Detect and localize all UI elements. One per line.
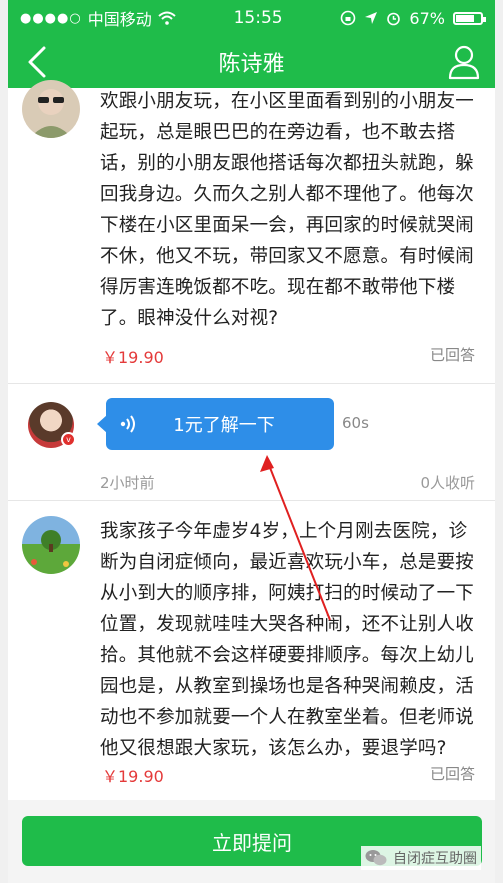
voice-bubble-label: 1元了解一下 [173, 415, 275, 436]
battery-percent: 67% [409, 8, 445, 28]
signal-icon: ●●●●○ [20, 10, 82, 26]
question-card[interactable]: 我家孩子今年虚岁4岁，上个月刚去医院，诊断为自闭症倾向，最近喜欢玩小车，总是要按… [8, 506, 495, 796]
watermark-text: 自闭症互助圈 [393, 851, 477, 867]
status-bar: ●●●●○ 中国移动 15:55 67% [8, 0, 495, 36]
user-profile-icon[interactable] [447, 44, 481, 80]
asker-avatar [22, 516, 80, 574]
top-bar: ●●●●○ 中国移动 15:55 67% 陈诗雅 [8, 0, 495, 88]
question-card[interactable]: 欢跟小朋友玩，在小区里面看到别的小朋友一起玩，总是眼巴巴的在旁边看，也不敢去搭话… [8, 80, 495, 386]
asker-avatar-image [22, 516, 80, 574]
asker-avatar [22, 80, 80, 138]
question-text: 我家孩子今年虚岁4岁，上个月刚去医院，诊断为自闭症倾向，最近喜欢玩小车，总是要按… [100, 521, 475, 759]
divider [8, 500, 495, 501]
voice-play-button[interactable]: 1元了解一下 [97, 398, 334, 450]
rotation-lock-icon [341, 10, 356, 26]
question-price: ￥19.90 [102, 767, 164, 786]
battery-icon [452, 11, 486, 25]
alarm-icon [387, 12, 401, 25]
verified-badge-icon: v [61, 432, 76, 447]
status-left: ●●●●○ 中国移动 [20, 6, 176, 30]
status-right: 67% [340, 8, 486, 28]
question-list: 欢跟小朋友玩，在小区里面看到别的小朋友一起玩，总是眼巴巴的在旁边看，也不敢去搭话… [8, 80, 495, 883]
voice-duration: 60s [342, 414, 369, 432]
clock: 15:55 [233, 8, 283, 28]
answered-status: 已回答 [429, 346, 475, 364]
asker-avatar-image [22, 80, 80, 138]
question-text: 欢跟小朋友玩，在小区里面看到别的小朋友一起玩，总是眼巴巴的在旁边看，也不敢去搭话… [100, 91, 475, 329]
answer-time: 2小时前 [100, 474, 155, 492]
wifi-icon [158, 11, 176, 25]
wechat-watermark: 自闭症互助圈 [361, 846, 481, 870]
voice-answer-row: v 1元了解一下 60s 2小时前 0人收听 [8, 384, 495, 504]
back-button[interactable] [20, 44, 56, 80]
wechat-icon [365, 850, 387, 866]
question-price: ￥19.90 [102, 348, 164, 367]
page-title: 陈诗雅 [218, 52, 285, 77]
answered-status: 已回答 [429, 765, 475, 783]
sound-wave-icon [120, 415, 135, 433]
nav-bar: 陈诗雅 [8, 36, 495, 88]
location-icon [365, 12, 378, 24]
listener-count: 0人收听 [420, 474, 475, 492]
carrier-label: 中国移动 [87, 10, 152, 29]
